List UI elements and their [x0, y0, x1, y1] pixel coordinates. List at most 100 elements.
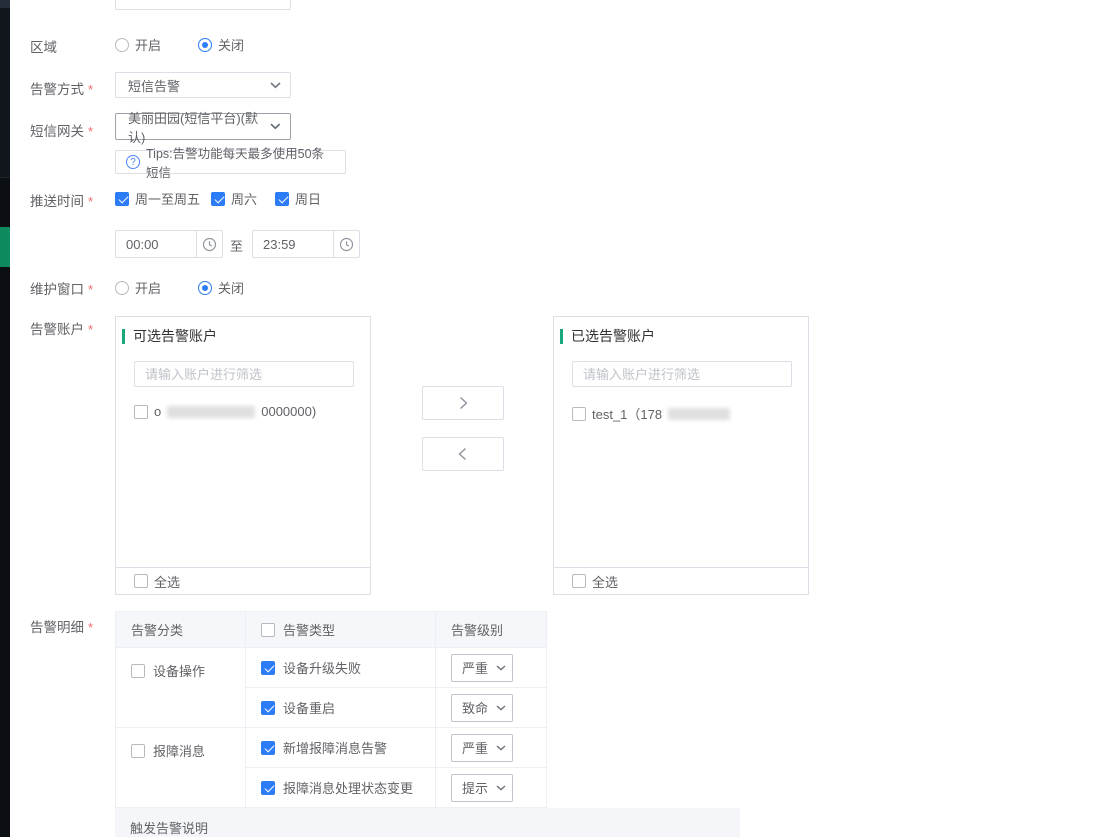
day-checkbox-weekdays[interactable]: 周一至周五 — [115, 189, 200, 208]
category-cell: 设备操作 — [115, 647, 246, 728]
radio-icon[interactable] — [115, 37, 129, 52]
level-cell: 严重 — [435, 727, 547, 768]
transfer-right-button[interactable] — [422, 386, 504, 420]
chevron-down-icon — [496, 784, 506, 791]
checkbox-icon[interactable] — [572, 406, 586, 421]
maintenance-radio-off[interactable]: 关闭 — [198, 278, 244, 297]
alert-details-table: 告警分类 告警类型 告警级别 设备操作 设备升级失败 严重 设备重启 致命 报障… — [115, 611, 547, 808]
checkbox-checked-icon[interactable] — [275, 191, 289, 206]
sidebar-segment — [0, 8, 10, 177]
sms-gateway-select[interactable]: 美丽田园(短信平台)(默认) — [115, 111, 291, 145]
chevron-down-icon — [270, 123, 281, 130]
type-checkbox-checked[interactable] — [261, 740, 275, 755]
level-select[interactable]: 提示 — [451, 773, 513, 802]
checkbox-checked-icon[interactable] — [211, 191, 225, 206]
type-checkbox-checked[interactable] — [261, 660, 275, 675]
maintenance-window-label: 维护窗口 * — [30, 282, 94, 297]
sidebar-divider — [0, 177, 10, 178]
maintenance-radio-on[interactable]: 开启 — [115, 278, 161, 297]
account-filter-input[interactable] — [134, 361, 354, 387]
select-value: 美丽田园(短信平台)(默认) — [128, 110, 258, 145]
chevron-left-icon — [458, 447, 466, 461]
select-all-row[interactable]: 全选 — [554, 567, 808, 594]
required-mark: * — [88, 124, 94, 139]
title-accent-bar — [560, 328, 563, 344]
chevron-down-icon — [496, 664, 506, 671]
radio-selected-icon[interactable] — [198, 37, 212, 52]
radio-selected-icon[interactable] — [198, 280, 212, 295]
checkbox-icon[interactable] — [572, 574, 586, 588]
type-cell: 设备升级失败 — [245, 647, 436, 688]
sms-tips: ? Tips:告警功能每天最多使用50条短信 — [115, 147, 346, 180]
alert-config-form: 区域 开启 关闭 告警方式 * 短信告警 短信网关 * 美丽田园(短信平台)(默认)… — [0, 0, 1117, 837]
account-list-item[interactable]: test_1（178 — [572, 404, 731, 423]
clock-button[interactable] — [333, 231, 359, 257]
account-text-prefix: test_1（178 — [592, 407, 663, 422]
account-list-item[interactable]: o 0000000) — [134, 404, 316, 419]
push-time-label: 推送时间 * — [30, 194, 94, 209]
table-row: 设备操作 设备升级失败 严重 — [115, 647, 547, 728]
redacted-text — [167, 405, 256, 418]
level-select[interactable]: 严重 — [451, 653, 513, 682]
alert-method-select[interactable]: 短信告警 — [115, 72, 291, 98]
account-text-prefix: o — [154, 404, 162, 419]
checkbox-label: 周日 — [295, 192, 322, 207]
tips-text: Tips:告警功能每天最多使用50条短信 — [146, 147, 325, 180]
region-label: 区域 — [30, 40, 57, 55]
required-mark: * — [88, 322, 94, 337]
type-cell: 新增报障消息告警 — [245, 727, 436, 768]
account-text-suffix: 0000000) — [261, 404, 317, 419]
time-to-input[interactable] — [253, 231, 333, 257]
checkbox-label: 周六 — [231, 192, 258, 207]
time-from-input[interactable] — [116, 231, 196, 257]
required-mark: * — [88, 82, 94, 97]
header-type: 告警类型 — [245, 611, 436, 648]
level-select[interactable]: 严重 — [451, 733, 513, 762]
help-icon: ? — [126, 155, 140, 169]
required-mark: * — [88, 194, 94, 209]
available-accounts-panel: 可选告警账户 o 0000000) 全选 — [115, 316, 371, 595]
transfer-left-button[interactable] — [422, 437, 504, 471]
clock-button[interactable] — [196, 231, 222, 257]
radio-icon[interactable] — [115, 280, 129, 295]
select-all-types-checkbox[interactable] — [261, 622, 275, 637]
radio-label: 开启 — [135, 38, 162, 53]
type-checkbox-checked[interactable] — [261, 780, 275, 795]
select-all-label: 全选 — [154, 574, 181, 590]
trigger-note-text: 触发告警说明 — [130, 821, 209, 836]
day-checkbox-saturday[interactable]: 周六 — [211, 189, 257, 208]
checkbox-icon[interactable] — [134, 574, 148, 588]
time-from-group — [115, 230, 223, 258]
type-checkbox-checked[interactable] — [261, 700, 275, 715]
type-cell: 报障消息处理状态变更 — [245, 767, 436, 808]
alert-method-label: 告警方式 * — [30, 82, 94, 97]
header-category: 告警分类 — [115, 611, 246, 648]
account-filter-input[interactable] — [572, 361, 792, 387]
radio-label: 开启 — [135, 281, 162, 296]
select-all-row[interactable]: 全选 — [116, 567, 370, 594]
category-checkbox[interactable] — [131, 743, 145, 758]
radio-label: 关闭 — [218, 38, 245, 53]
level-select[interactable]: 致命 — [451, 693, 513, 722]
checkbox-label: 周一至周五 — [135, 192, 201, 207]
level-cell: 提示 — [435, 767, 547, 808]
cropped-top-input[interactable] — [115, 0, 291, 10]
selected-accounts-panel: 已选告警账户 test_1（178 全选 — [553, 316, 809, 595]
chevron-down-icon — [496, 744, 506, 751]
radio-label: 关闭 — [218, 281, 245, 296]
category-cell: 报障消息 — [115, 727, 246, 808]
sms-gateway-label: 短信网关 * — [30, 124, 94, 139]
checkbox-checked-icon[interactable] — [115, 191, 129, 206]
region-radio-off[interactable]: 关闭 — [198, 35, 244, 54]
region-radio-on[interactable]: 开启 — [115, 35, 161, 54]
collapsed-sidebar[interactable] — [0, 0, 10, 837]
chevron-down-icon — [270, 81, 281, 88]
checkbox-icon[interactable] — [134, 404, 148, 419]
level-cell: 致命 — [435, 687, 547, 728]
category-checkbox[interactable] — [131, 663, 145, 678]
day-checkbox-sunday[interactable]: 周日 — [275, 189, 321, 208]
redacted-text — [668, 407, 731, 420]
chevron-right-icon — [460, 396, 468, 410]
time-to-group — [252, 230, 360, 258]
table-row: 报障消息 新增报障消息告警 严重 — [115, 727, 547, 808]
